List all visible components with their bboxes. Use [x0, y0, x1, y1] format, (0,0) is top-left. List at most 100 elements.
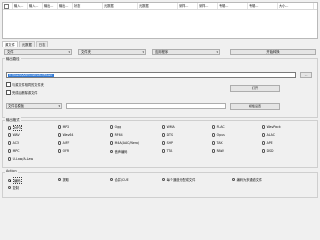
- radio-dot: [262, 141, 266, 145]
- action-legend: Action: [5, 169, 18, 173]
- naming-template-field[interactable]: [66, 103, 226, 109]
- radio-option[interactable]: U-Law/A-Law: [8, 157, 33, 161]
- radio-option[interactable]: Opus: [212, 133, 225, 137]
- radio-option[interactable]: WAV: [8, 133, 20, 137]
- start-convert-label: 开始转换: [266, 50, 280, 54]
- radio-option[interactable]: DTS: [162, 133, 173, 137]
- delete-source-checkbox[interactable]: 完成后删除源文件: [6, 90, 38, 95]
- radio-label: RF64: [114, 133, 123, 137]
- open-button[interactable]: 打开: [230, 85, 280, 92]
- column-header[interactable]: 元数据: [138, 3, 178, 9]
- radio-dot: [212, 133, 216, 137]
- column-header-label: 大小...: [279, 4, 289, 8]
- radio-label: U-Law/A-Law: [12, 157, 34, 161]
- radio-option[interactable]: AC3: [8, 141, 19, 145]
- radio-option[interactable]: SHP: [162, 141, 173, 145]
- radio-dot: [110, 149, 114, 154]
- radio-option[interactable]: MP3: [8, 125, 23, 131]
- radio-label: M4A(AAC/Nero): [114, 141, 140, 145]
- radio-option[interactable]: FLAC: [212, 125, 225, 129]
- radio-option[interactable]: 提取: [58, 177, 69, 182]
- same-folder-checkbox[interactable]: 与源文件相同的文件夹: [6, 82, 44, 87]
- folder-menu-button[interactable]: 文件夹 ▾: [78, 49, 146, 55]
- chevron-down-icon: ▾: [142, 50, 144, 54]
- radio-option[interactable]: OFR: [58, 149, 69, 153]
- column-header-label: 采样...: [179, 4, 189, 8]
- radio-option[interactable]: WMA: [162, 125, 175, 129]
- radio-option[interactable]: AIFF: [58, 141, 69, 145]
- tab-log[interactable]: 日志: [35, 41, 49, 47]
- radio-dot: [8, 157, 12, 161]
- column-header[interactable]: 输入...: [13, 3, 28, 9]
- radio-dot: [162, 177, 166, 182]
- tab-metadata[interactable]: 元数据: [18, 41, 35, 47]
- radio-option[interactable]: Wav64: [58, 133, 73, 137]
- checkbox-box: [6, 90, 11, 95]
- radio-dot: [58, 149, 62, 153]
- radio-dot: [110, 125, 114, 129]
- select-all-column[interactable]: [3, 3, 13, 9]
- radio-option[interactable]: 编码: [8, 177, 22, 184]
- radio-dot: [8, 178, 12, 183]
- radio-option[interactable]: 合并/CUE: [110, 177, 129, 182]
- tab-bar: 源文件 元数据 日志: [2, 41, 49, 47]
- radio-option[interactable]: APE: [262, 141, 273, 145]
- radio-dot: [262, 133, 266, 137]
- radio-label: AC3: [12, 141, 19, 145]
- column-header[interactable]: 状态: [73, 3, 103, 9]
- radio-label: DSD: [266, 149, 274, 153]
- radio-dot: [8, 149, 12, 153]
- select-all-checkbox[interactable]: [4, 3, 9, 9]
- radio-dot: [58, 141, 62, 145]
- radio-option[interactable]: RAW: [212, 149, 224, 153]
- radio-label: SHP: [166, 141, 173, 145]
- radio-option[interactable]: TAK: [212, 141, 223, 145]
- radio-label: RAW: [216, 149, 224, 153]
- column-header-label: 专辑...: [249, 4, 259, 8]
- column-header[interactable]: 采样...: [198, 3, 218, 9]
- column-header[interactable]: 输出...: [43, 3, 58, 9]
- file-menu-button[interactable]: 文件 ▾: [4, 49, 72, 55]
- output-path-legend: 输出路径: [5, 56, 21, 61]
- radio-label: Ogg: [114, 125, 122, 129]
- radio-option[interactable]: 每个通道分配成文件: [162, 177, 195, 182]
- column-header[interactable]: 采样...: [178, 3, 198, 9]
- tab-source-files[interactable]: 源文件: [2, 41, 18, 47]
- radio-option[interactable]: WavPack: [262, 125, 281, 129]
- radio-option[interactable]: DSD: [262, 149, 274, 153]
- radio-option[interactable]: MPC: [8, 149, 19, 153]
- radio-label: MPC: [12, 149, 20, 153]
- radio-label: APE: [266, 141, 273, 145]
- radio-option[interactable]: ALAC: [262, 133, 275, 137]
- radio-option[interactable]: MP2: [58, 125, 69, 129]
- apply-menu-button[interactable]: 应用程序 ▾: [152, 49, 220, 55]
- radio-dot: [8, 126, 12, 130]
- radio-label: 编码为多通道文件: [236, 178, 263, 182]
- column-header[interactable]: 专辑...: [218, 3, 248, 9]
- radio-option[interactable]: Ogg: [110, 125, 121, 129]
- radio-dot: [110, 177, 114, 182]
- radio-option[interactable]: TTA: [162, 149, 172, 153]
- radio-label: FLAC: [216, 125, 225, 129]
- action-group: [2, 172, 318, 198]
- radio-option[interactable]: M4A(AAC/Nero): [110, 141, 139, 145]
- file-table[interactable]: 输入... 输入... 输出... 输出... 状态 元数据 元数据 采样... 采样... 专辑…: [2, 2, 318, 39]
- column-header[interactable]: 专辑...: [248, 3, 278, 9]
- output-path-input[interactable]: C:\Users\Administrator\Music: [6, 72, 296, 78]
- radio-option[interactable]: 音声编码: [110, 149, 127, 154]
- naming-template-select[interactable]: 文件名模板 ▾: [6, 103, 62, 109]
- radio-option[interactable]: 复制: [8, 185, 19, 190]
- radio-option[interactable]: 编码为多通道文件: [232, 177, 262, 182]
- checkbox-box: [6, 82, 11, 87]
- browse-button[interactable]: ...: [300, 72, 312, 78]
- radio-option[interactable]: RF64: [110, 133, 123, 137]
- radio-label: TAK: [216, 141, 223, 145]
- column-header[interactable]: 元数据: [103, 3, 138, 9]
- template-settings-button[interactable]: 模板设置: [230, 103, 280, 110]
- radio-dot: [110, 141, 114, 145]
- column-header[interactable]: 输出...: [58, 3, 73, 9]
- start-convert-button[interactable]: 开始转换: [230, 49, 316, 55]
- delete-source-label: 完成后删除源文件: [12, 91, 38, 95]
- column-header[interactable]: 输入...: [28, 3, 43, 9]
- column-header[interactable]: 大小...: [278, 3, 314, 9]
